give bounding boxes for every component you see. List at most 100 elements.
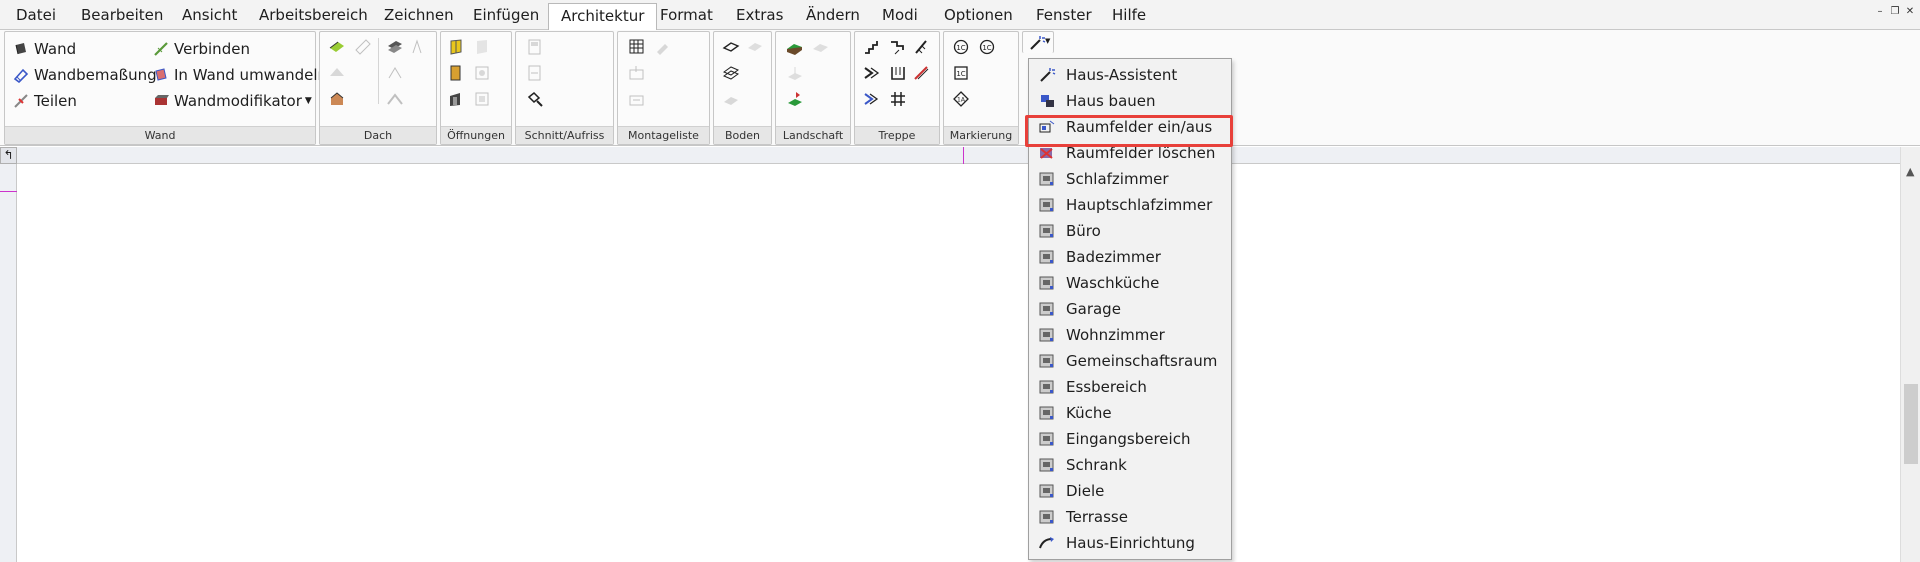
menu-item-wohnzimmer[interactable]: Wohnzimmer	[1030, 322, 1230, 348]
railing-icon[interactable]	[913, 64, 931, 82]
roof-build-icon[interactable]	[328, 90, 346, 108]
ruler-horizontal	[0, 147, 1900, 164]
menu-item-haus-bauen[interactable]: Haus bauen	[1030, 88, 1230, 114]
ruler-origin-icon[interactable]: ↰	[0, 147, 17, 164]
roof-dormer-icon[interactable]	[410, 38, 428, 56]
group-oeffnungen: Öffnungen	[440, 31, 512, 145]
vertical-scrollbar[interactable]: ▲	[1900, 147, 1920, 562]
floor-edit-icon[interactable]	[746, 38, 764, 56]
section-line-icon[interactable]	[526, 90, 544, 108]
opening-frame-icon[interactable]	[473, 90, 491, 108]
menu-item-hauptschlafzimmer[interactable]: Hauptschlafzimmer	[1030, 192, 1230, 218]
close-icon[interactable]: ✕	[1904, 6, 1916, 17]
marker-b-icon[interactable]: 1C	[978, 38, 996, 56]
grid-stairs-icon[interactable]	[889, 90, 907, 108]
stair-flight-icon[interactable]	[863, 90, 881, 108]
roof-gable-icon[interactable]	[328, 64, 346, 82]
menu-architektur[interactable]: Architektur	[548, 3, 658, 31]
room-label-icon	[1039, 406, 1054, 420]
teilen-button[interactable]: Teilen	[13, 90, 77, 112]
menu-bearbeiten[interactable]: Bearbeiten	[69, 3, 175, 30]
roof-stack-icon[interactable]	[386, 38, 404, 56]
group-dach: Dach	[319, 31, 437, 145]
house-tools-dropdown-button[interactable]: ▼	[1022, 31, 1054, 53]
menu-modi[interactable]: Modi	[870, 3, 930, 30]
roof-plane-icon[interactable]	[328, 38, 346, 56]
floor-icon[interactable]	[722, 38, 740, 56]
menu-item-eingangsbereich[interactable]: Eingangsbereich	[1030, 426, 1230, 452]
door-icon[interactable]	[447, 64, 465, 82]
house-setup-icon	[1039, 537, 1054, 549]
floor-build-icon[interactable]	[722, 90, 740, 108]
cursor-guide-horizontal	[963, 147, 964, 164]
landing-icon[interactable]	[889, 64, 907, 82]
ramp-icon[interactable]	[863, 64, 881, 82]
menu-item-essbereich[interactable]: Essbereich	[1030, 374, 1230, 400]
menu-item-kueche[interactable]: Küche	[1030, 400, 1230, 426]
menu-hilfe[interactable]: Hilfe	[1100, 3, 1158, 30]
group-label-wand: Wand	[5, 126, 315, 144]
terrain-edit-icon[interactable]	[812, 38, 830, 56]
list-update-icon[interactable]	[628, 90, 646, 108]
menu-item-gemeinschaftsraum[interactable]: Gemeinschaftsraum	[1030, 348, 1230, 374]
minimize-icon[interactable]: –	[1874, 6, 1886, 17]
stairs-icon[interactable]	[863, 38, 881, 56]
marker-diamond-icon[interactable]: 1A	[952, 90, 970, 108]
list-add-icon[interactable]	[628, 64, 646, 82]
scroll-up-icon[interactable]: ▲	[1906, 165, 1914, 178]
menu-item-buero[interactable]: Büro	[1030, 218, 1230, 244]
verbinden-button[interactable]: Verbinden	[153, 38, 250, 60]
roof-join-icon[interactable]	[386, 64, 404, 82]
stairs-edit-icon[interactable]	[889, 38, 907, 56]
roof-ridge-icon[interactable]	[386, 90, 404, 108]
chevron-down-icon: ▼	[1045, 37, 1051, 45]
menu-format[interactable]: Format	[648, 3, 725, 30]
window-icon[interactable]	[447, 38, 465, 56]
menu-arbeitsbereich[interactable]: Arbeitsbereich	[247, 3, 380, 30]
menu-datei[interactable]: Datei	[4, 3, 68, 30]
elevation-icon[interactable]	[526, 64, 544, 82]
menu-item-garage[interactable]: Garage	[1030, 296, 1230, 322]
menu-item-diele[interactable]: Diele	[1030, 478, 1230, 504]
menu-ansicht[interactable]: Ansicht	[170, 3, 249, 30]
roof-edit-icon[interactable]	[354, 38, 372, 56]
menu-fenster[interactable]: Fenster	[1024, 3, 1104, 30]
stairs-line-icon[interactable]	[913, 38, 931, 56]
menu-bar: Datei Bearbeiten Ansicht Arbeitsbereich …	[0, 0, 1920, 31]
menu-item-label: Schlafzimmer	[1066, 170, 1169, 188]
window-edit-icon[interactable]	[473, 38, 491, 56]
split-icon	[14, 94, 28, 108]
menu-item-waschkueche[interactable]: Waschküche	[1030, 270, 1230, 296]
menu-item-schlafzimmer[interactable]: Schlafzimmer	[1030, 166, 1230, 192]
drawing-canvas[interactable]	[18, 165, 1900, 562]
menu-item-schrank[interactable]: Schrank	[1030, 452, 1230, 478]
menu-item-label: Waschküche	[1066, 274, 1160, 292]
terrain-feature-icon[interactable]	[786, 64, 804, 82]
scroll-thumb[interactable]	[1904, 384, 1918, 464]
menu-item-terrasse[interactable]: Terrasse	[1030, 504, 1230, 530]
restore-icon[interactable]: ❐	[1889, 6, 1901, 17]
menu-item-haus-einrichtung[interactable]: Haus-Einrichtung	[1030, 530, 1230, 556]
menu-item-haus-assistent[interactable]: Haus-Assistent	[1030, 62, 1230, 88]
garage-door-icon[interactable]	[447, 90, 465, 108]
table-icon[interactable]	[628, 38, 646, 56]
menu-einfuegen[interactable]: Einfügen	[461, 3, 551, 30]
plant-icon[interactable]	[786, 90, 804, 108]
room-label-icon	[1039, 354, 1054, 368]
menu-extras[interactable]: Extras	[724, 3, 795, 30]
menu-item-badezimmer[interactable]: Badezimmer	[1030, 244, 1230, 270]
in-wand-umwandeln-button[interactable]: In Wand umwandeln	[153, 64, 327, 86]
menu-optionen[interactable]: Optionen	[932, 3, 1025, 30]
wand-button[interactable]: Wand	[13, 38, 76, 60]
wandmodifikator-button[interactable]: Wandmodifikator ▼	[153, 90, 312, 112]
marker-box-icon[interactable]: 1C	[952, 64, 970, 82]
wandbemassung-button[interactable]: Wandbemaßung	[13, 64, 157, 86]
terrain-icon[interactable]	[786, 38, 804, 56]
opening-icon[interactable]	[473, 64, 491, 82]
menu-aendern[interactable]: Ändern	[794, 3, 872, 30]
section-icon[interactable]	[526, 38, 544, 56]
floor-layer-icon[interactable]	[722, 64, 740, 82]
list-settings-icon[interactable]	[654, 38, 672, 56]
menu-zeichnen[interactable]: Zeichnen	[372, 3, 466, 30]
marker-a-icon[interactable]: 1C	[952, 38, 970, 56]
